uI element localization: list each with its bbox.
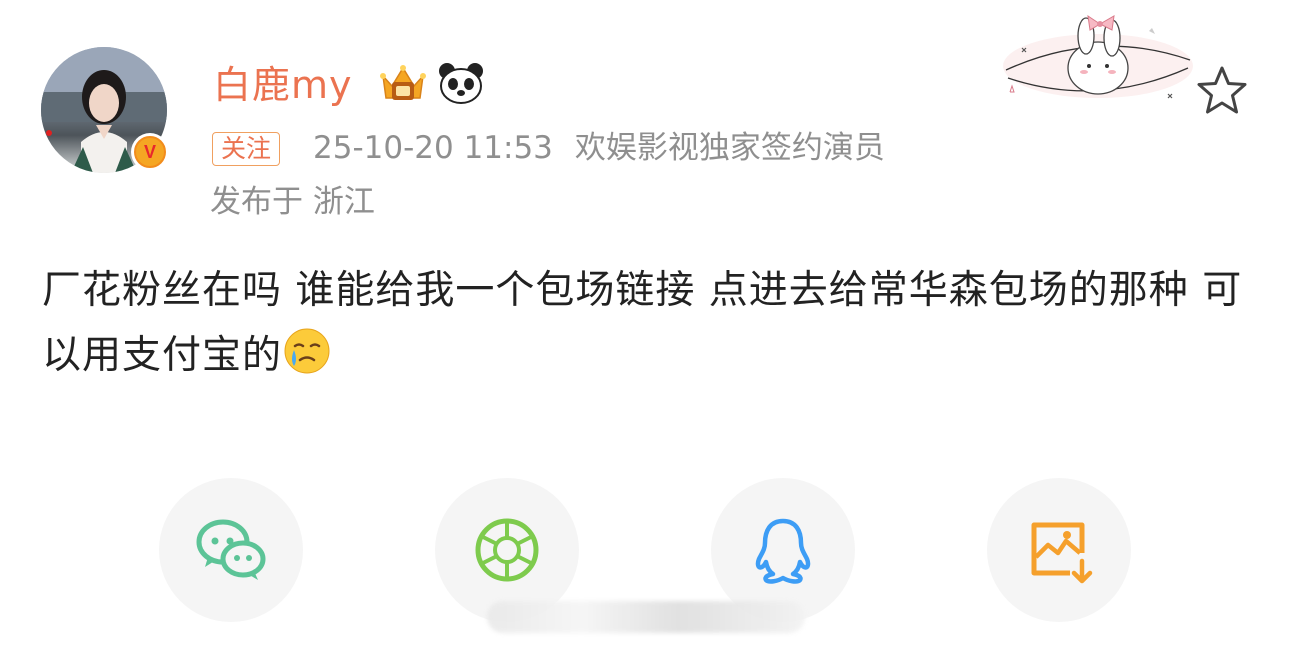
- holding-back-tears-emoji-icon: [284, 328, 330, 374]
- moments-icon: [475, 518, 539, 582]
- follow-tag[interactable]: 关注: [212, 132, 281, 166]
- verified-badge-icon: V: [131, 133, 169, 171]
- share-wechat-button[interactable]: [159, 478, 303, 622]
- decorative-bunny-icon: [1003, 14, 1193, 99]
- author-name[interactable]: 白鹿my: [213, 62, 353, 108]
- author-title: 欢娱影视独家签约演员: [574, 130, 885, 166]
- avatar-container[interactable]: V: [41, 47, 169, 175]
- save-image-icon: [1031, 522, 1093, 584]
- post-location: 发布于 浙江: [210, 184, 375, 220]
- post-text: 厂花粉丝在吗 谁能给我一个包场链接 点进去给常华森包场的那种 可以用支付宝的: [42, 268, 1243, 378]
- post-meta: 25-10-20 11:53 欢娱影视独家签约演员: [313, 128, 885, 168]
- post-body: 厂花粉丝在吗 谁能给我一个包场链接 点进去给常华森包场的那种 可以用支付宝的: [42, 258, 1257, 388]
- favorite-star-icon[interactable]: [1196, 64, 1248, 116]
- obscured-text-bar: [487, 601, 805, 633]
- panda-badge-icon: [439, 63, 483, 104]
- crown-badge-icon: [380, 65, 426, 100]
- qq-icon: [755, 518, 811, 584]
- post-timestamp: 25-10-20 11:53: [313, 130, 553, 166]
- save-image-button[interactable]: [987, 478, 1131, 622]
- wechat-icon: [196, 519, 266, 580]
